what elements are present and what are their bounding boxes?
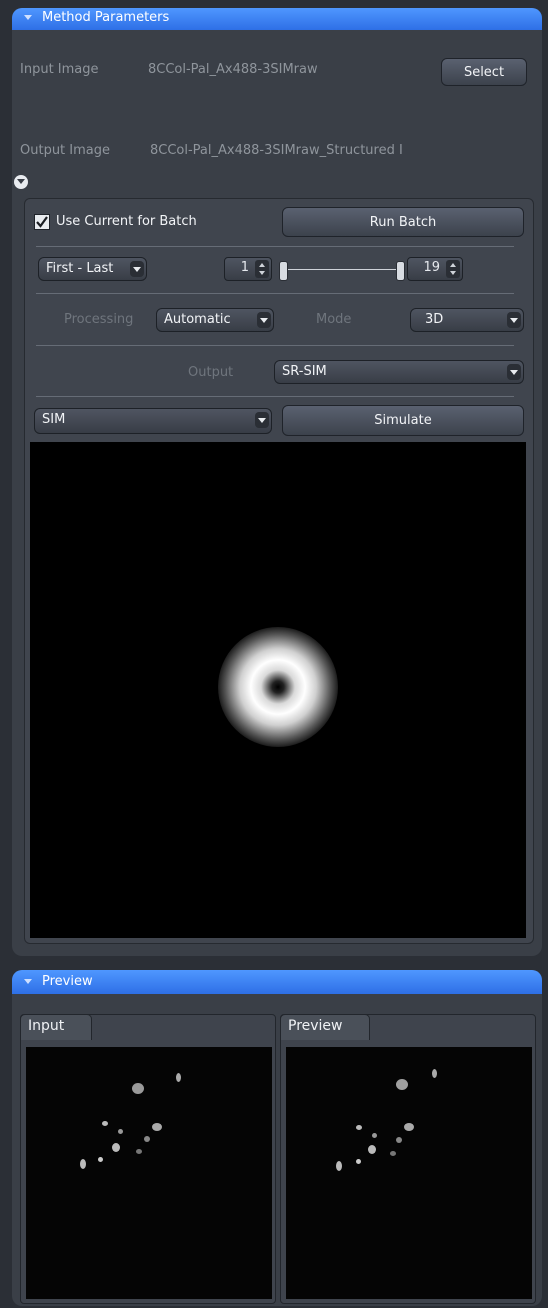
preview-title: Preview — [42, 974, 93, 989]
output-dropdown[interactable]: SR-SIM — [274, 360, 524, 384]
preview-header[interactable]: Preview — [12, 970, 542, 994]
checkmark-icon — [36, 216, 48, 228]
slider-track — [287, 269, 399, 270]
select-button[interactable]: Select — [441, 58, 527, 86]
chevron-down-icon — [130, 261, 144, 277]
input-preview-image — [26, 1047, 272, 1299]
output-preview-image — [286, 1047, 532, 1299]
tab-preview-label: Preview — [288, 1018, 343, 1034]
divider — [36, 345, 514, 346]
range-start-value: 1 — [240, 260, 249, 275]
processing-dropdown[interactable]: Automatic — [156, 308, 274, 332]
processing-dropdown-value: Automatic — [164, 312, 231, 327]
tab-input-label: Input — [28, 1018, 65, 1034]
output-image-label: Output Image — [20, 143, 111, 158]
simulate-button[interactable]: Simulate — [282, 405, 524, 436]
chevron-down-icon — [507, 312, 521, 328]
input-image-value: 8CCol-Pal_Ax488-3SIMraw — [148, 62, 318, 77]
psf-spot — [218, 627, 338, 747]
expand-chevron-icon[interactable] — [14, 175, 28, 189]
chevron-down-icon — [507, 364, 521, 380]
input-image-label: Input Image — [20, 62, 99, 77]
tab-preview[interactable]: Preview — [280, 1014, 370, 1040]
slider-handle-end[interactable] — [396, 261, 405, 281]
spin-arrows-icon[interactable] — [255, 260, 269, 278]
divider — [36, 293, 514, 294]
tab-input[interactable]: Input — [20, 1014, 92, 1040]
sim-dropdown[interactable]: SIM — [34, 408, 272, 434]
use-current-for-batch-checkbox[interactable] — [34, 214, 50, 230]
spin-arrows-icon[interactable] — [446, 260, 460, 278]
use-current-for-batch-label[interactable]: Use Current for Batch — [56, 214, 197, 229]
divider — [36, 246, 514, 247]
collapse-triangle-icon[interactable] — [24, 15, 32, 20]
method-parameters-header[interactable]: Method Parameters — [12, 8, 542, 30]
range-start-spinbox[interactable]: 1 — [224, 257, 272, 281]
chevron-down-icon — [255, 412, 269, 428]
output-label: Output — [188, 365, 234, 380]
range-slider[interactable] — [279, 259, 405, 281]
psf-simulation-image — [30, 442, 526, 938]
collapse-triangle-icon[interactable] — [24, 979, 32, 984]
processing-label: Processing — [64, 312, 134, 327]
sim-dropdown-value: SIM — [42, 412, 66, 427]
method-parameters-title: Method Parameters — [42, 10, 170, 25]
chevron-down-icon — [257, 312, 271, 328]
run-batch-button[interactable]: Run Batch — [282, 207, 524, 237]
output-dropdown-value: SR-SIM — [282, 364, 327, 379]
range-end-value: 19 — [423, 260, 440, 275]
mode-label: Mode — [316, 312, 352, 327]
output-image-value: 8CCol-Pal_Ax488-3SIMraw_Structured I — [150, 143, 403, 158]
mode-dropdown-value: 3D — [425, 312, 444, 327]
slider-handle-start[interactable] — [279, 261, 288, 281]
range-end-spinbox[interactable]: 19 — [407, 257, 463, 281]
mode-dropdown[interactable]: 3D — [410, 308, 524, 332]
range-dropdown-value: First - Last — [46, 261, 114, 276]
divider — [36, 396, 514, 397]
range-dropdown[interactable]: First - Last — [38, 257, 147, 281]
